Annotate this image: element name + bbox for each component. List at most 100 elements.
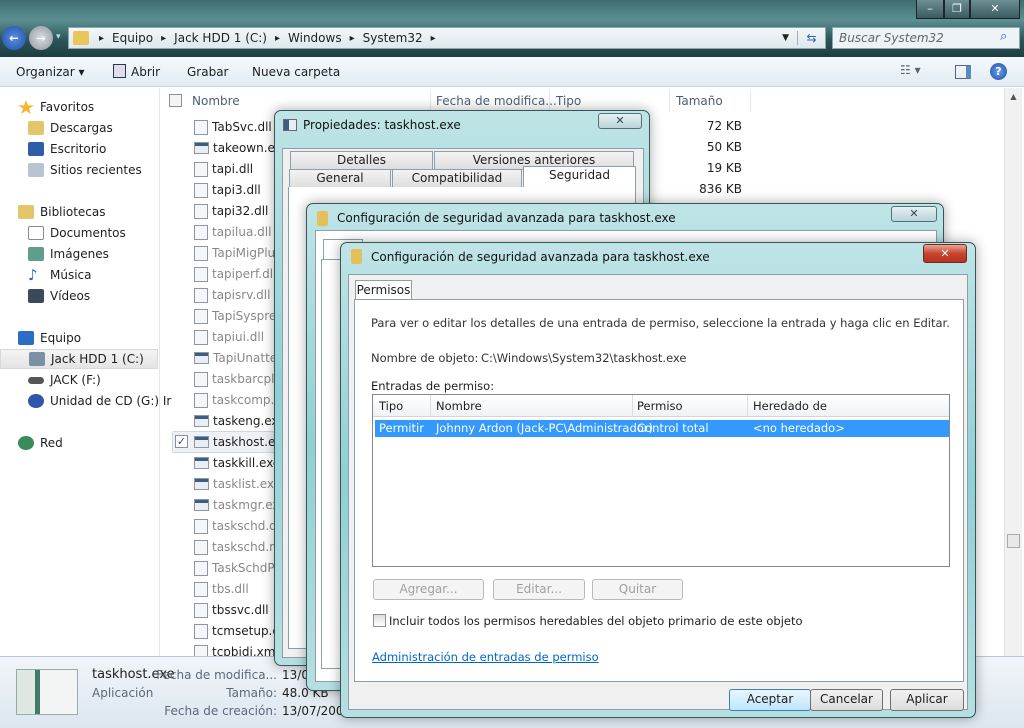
column-header-date[interactable]: Fecha de modifica... <box>436 90 557 112</box>
column-header-size[interactable]: Tamaño <box>676 90 723 112</box>
breadcrumb-windows[interactable]: Windows <box>275 31 342 45</box>
list-item[interactable]: tapisrv.dll <box>194 285 276 305</box>
help-icon[interactable]: ? <box>990 63 1007 80</box>
list-item[interactable]: tapi3.dll <box>194 180 276 200</box>
refresh-icon[interactable]: ⇆ <box>797 31 825 45</box>
close-button[interactable]: ✕ <box>598 113 642 129</box>
view-options-icon[interactable]: ☷ ▾ <box>900 63 921 77</box>
list-item[interactable]: taskschd.dll <box>194 516 276 536</box>
manage-entries-link[interactable]: Administración de entradas de permiso <box>372 650 599 664</box>
list-item[interactable]: tapiperf.dll <box>194 264 276 284</box>
list-item[interactable]: tbssvc.dll <box>194 600 276 620</box>
tab-compatibilidad[interactable]: Compatibilidad <box>392 169 522 188</box>
list-item[interactable]: tasklist.exe <box>194 474 276 494</box>
sidebar-item-escritorio[interactable]: Escritorio <box>28 139 106 159</box>
list-item[interactable]: TaskSchdPS <box>194 558 276 578</box>
list-item[interactable]: taskhost.exe <box>194 432 276 452</box>
column-header-nombre[interactable]: Nombre <box>436 399 482 413</box>
column-header-tipo[interactable]: Tipo <box>379 399 403 413</box>
edit-button[interactable]: Editar... <box>493 579 585 600</box>
breadcrumb-chevron[interactable] <box>431 33 444 44</box>
list-item[interactable]: tapi.dll <box>194 159 276 179</box>
sidebar-red[interactable]: Red <box>18 433 63 453</box>
sidebar-equipo[interactable]: Equipo <box>18 328 81 348</box>
tab-permisos[interactable]: Permisos <box>355 280 412 300</box>
list-item[interactable]: TabSvc.dll <box>194 117 276 137</box>
tab-seguridad[interactable]: Seguridad <box>523 166 636 188</box>
breadcrumb-drive[interactable]: Jack HDD 1 (C:) <box>161 31 267 45</box>
column-header-type[interactable]: Tipo <box>556 90 581 112</box>
tab-general[interactable]: General <box>289 169 391 188</box>
include-inheritable-checkbox[interactable] <box>373 614 386 627</box>
forward-button[interactable]: → <box>29 26 53 50</box>
sidebar-item-musica[interactable]: ♪ Música <box>28 265 92 285</box>
sidebar-item-videos[interactable]: Vídeos <box>28 286 90 306</box>
preview-pane-icon[interactable] <box>955 65 971 79</box>
label: JACK (F:) <box>50 373 101 387</box>
list-item[interactable]: TapiSysprep <box>194 306 276 326</box>
close-button[interactable]: ✕ <box>923 244 967 263</box>
list-item[interactable]: taskbarcpl.c <box>194 369 276 389</box>
minimize-button[interactable]: – <box>916 0 944 19</box>
new-folder-button[interactable]: Nueva carpeta <box>252 65 340 79</box>
close-window-button[interactable]: ✕ <box>970 0 1020 19</box>
vertical-scrollbar[interactable]: ▲ <box>1004 88 1022 656</box>
sidebar-item-imagenes[interactable]: Imágenes <box>28 244 109 264</box>
address-dropdown-icon[interactable]: ▼ <box>782 33 789 43</box>
list-item[interactable]: taskschd.ms <box>194 537 276 557</box>
include-inheritable-label[interactable]: Incluir todos los permisos heredables de… <box>389 614 803 628</box>
address-bar[interactable]: Equipo Jack HDD 1 (C:) Windows System32 … <box>68 27 826 49</box>
close-button[interactable]: ✕ <box>891 206 937 222</box>
list-item[interactable]: tapiui.dll <box>194 327 276 347</box>
search-icon[interactable]: ⌕ <box>1000 29 1007 44</box>
list-item[interactable]: tbs.dll <box>194 579 276 599</box>
list-item[interactable]: tapi32.dll <box>194 201 276 221</box>
select-all-checkbox[interactable] <box>169 94 182 107</box>
ok-button[interactable]: Aceptar <box>729 689 811 711</box>
scrollbar-thumb[interactable] <box>1007 534 1020 548</box>
list-item[interactable]: taskeng.exe <box>194 411 276 431</box>
apply-button[interactable]: Aplicar <box>890 689 964 711</box>
list-item[interactable]: tapilua.dll <box>194 222 276 242</box>
open-button[interactable]: Abrir <box>131 65 160 79</box>
organize-button[interactable]: Organizar ▾ <box>16 65 85 79</box>
list-item[interactable]: taskkill.exe <box>194 453 276 473</box>
breadcrumb-equipo[interactable]: Equipo <box>99 31 153 45</box>
restore-button[interactable]: ❐ <box>944 0 970 19</box>
breadcrumb-system32[interactable]: System32 <box>350 31 423 45</box>
tab-detalles[interactable]: Detalles <box>290 151 433 170</box>
sidebar-bibliotecas[interactable]: Bibliotecas <box>18 202 105 222</box>
sidebar-item-sitios-recientes[interactable]: Sitios recientes <box>28 160 142 180</box>
burn-button[interactable]: Grabar <box>187 65 229 79</box>
column-header-permiso[interactable]: Permiso <box>637 399 683 413</box>
file-name: taskhost.exe <box>213 435 276 449</box>
list-item[interactable]: taskcomp.d <box>194 390 276 410</box>
list-item[interactable]: TapiUnatten <box>194 348 276 368</box>
row-checkbox[interactable]: ✓ <box>175 435 188 448</box>
recent-pages-dropdown[interactable]: ▾ <box>56 32 61 42</box>
list-item[interactable]: tcmsetup.ex <box>194 621 276 641</box>
column-header-name[interactable]: Nombre <box>192 90 240 112</box>
sidebar-item-jack-f[interactable]: JACK (F:) <box>28 370 101 390</box>
table-row[interactable]: Permitir Johnny Ardon (Jack-PC\Administr… <box>375 420 949 437</box>
list-item[interactable]: takeown.exe <box>194 138 276 158</box>
sidebar-favorites[interactable]: Favoritos <box>18 97 94 117</box>
file-icon <box>194 329 208 345</box>
back-button[interactable]: ← <box>2 26 26 50</box>
permission-entries-list[interactable]: Tipo Nombre Permiso Heredado de Permitir… <box>372 394 950 567</box>
sidebar-item-documentos[interactable]: Documentos <box>28 223 126 243</box>
folder-icon <box>317 211 328 226</box>
column-header-heredado[interactable]: Heredado de <box>753 399 827 413</box>
search-input[interactable]: Buscar System32 <box>832 27 1020 49</box>
sidebar-item-jack-hdd[interactable]: Jack HDD 1 (C:) <box>0 349 158 369</box>
sidebar-item-cd[interactable]: Unidad de CD (G:) Ir <box>28 391 171 411</box>
cancel-button[interactable]: Cancelar <box>810 689 883 711</box>
add-button[interactable]: Agregar... <box>373 579 484 600</box>
sidebar-item-descargas[interactable]: Descargas <box>28 118 113 138</box>
list-item[interactable]: taskmgr.exe <box>194 495 276 515</box>
list-item[interactable]: TapiMigPlu <box>194 243 276 263</box>
file-name: tapilua.dll <box>212 225 272 239</box>
remove-button[interactable]: Quitar <box>592 579 683 600</box>
label: Bibliotecas <box>40 205 106 219</box>
file-name: taskeng.exe <box>213 414 276 428</box>
